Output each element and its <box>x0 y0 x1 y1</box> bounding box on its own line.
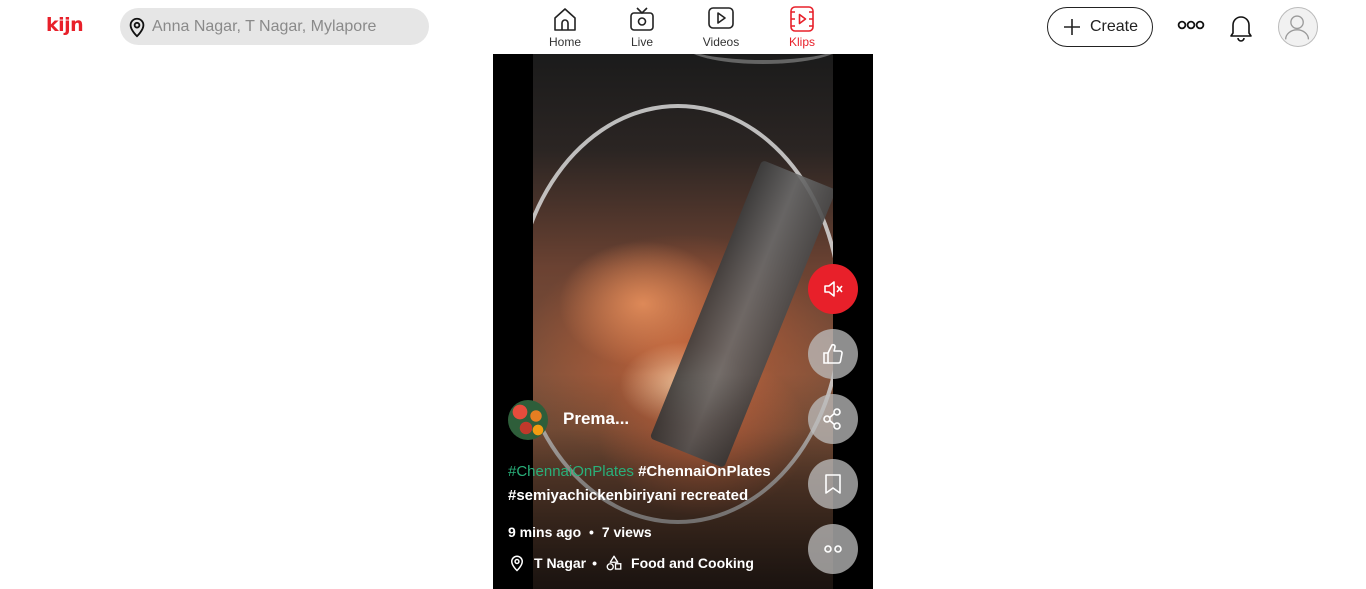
thumbs-up-icon <box>823 343 843 364</box>
author-avatar[interactable] <box>508 400 548 440</box>
nav-klips[interactable]: Klips <box>772 4 832 49</box>
top-header: kijn Home Live Videos <box>0 0 1366 54</box>
view-count: 7 views <box>601 524 652 540</box>
user-icon <box>1284 15 1310 40</box>
category-shapes-icon <box>606 555 622 571</box>
caption-text: #semiyachickenbiriyani recreated <box>508 487 749 504</box>
author-name[interactable]: Prema... <box>563 409 629 429</box>
mute-button[interactable] <box>808 264 858 314</box>
location-search[interactable] <box>120 8 429 45</box>
klip-location-category: T Nagar • Food and Cooking <box>508 554 754 572</box>
create-button-label: Create <box>1089 18 1139 35</box>
kijn-logo[interactable]: kijn <box>46 14 84 36</box>
video-frame-art <box>683 54 833 64</box>
apps-menu-icon[interactable] <box>1176 14 1206 36</box>
klip-player[interactable]: Prema... #ChennaiOnPlates #ChennaiOnPlat… <box>493 54 873 589</box>
klips-icon <box>790 6 814 32</box>
klip-meta: 9 mins ago • 7 views <box>508 524 652 540</box>
nav-live-label: Live <box>630 35 653 49</box>
bookmark-icon <box>825 474 841 494</box>
profile-avatar[interactable] <box>1278 7 1318 47</box>
nav-klips-label: Klips <box>788 35 815 49</box>
nav-videos[interactable]: Videos <box>691 4 751 49</box>
caption-hashtag-link[interactable]: #ChennaiOnPlates <box>508 463 634 480</box>
more-dots-icon <box>824 545 842 553</box>
speaker-muted-icon <box>824 281 843 297</box>
nav-live[interactable]: Live <box>612 4 672 49</box>
meta-separator: • <box>589 524 594 540</box>
nav-home[interactable]: Home <box>535 4 595 49</box>
plus-icon <box>1063 19 1080 35</box>
nav-home-label: Home <box>548 35 581 49</box>
caption-hashtag[interactable]: #ChennaiOnPlates <box>638 463 771 480</box>
home-icon <box>554 8 576 31</box>
notification-bell-icon[interactable] <box>1225 11 1257 43</box>
create-button[interactable]: Create <box>1047 7 1153 47</box>
tv-icon <box>630 7 654 31</box>
bookmark-button[interactable] <box>808 459 858 509</box>
play-icon <box>708 7 734 29</box>
share-button[interactable] <box>808 394 858 444</box>
location-pin-icon <box>129 17 145 37</box>
time-ago: 9 mins ago <box>508 524 582 540</box>
klip-caption: #ChennaiOnPlates #ChennaiOnPlates #semiy… <box>508 460 798 508</box>
location-label[interactable]: T Nagar <box>534 555 586 571</box>
share-icon <box>823 408 841 430</box>
nav-videos-label: Videos <box>702 35 740 49</box>
location-pin-icon <box>510 555 524 572</box>
like-button[interactable] <box>808 329 858 379</box>
category-label[interactable]: Food and Cooking <box>631 555 754 571</box>
more-options-button[interactable] <box>808 524 858 574</box>
meta-separator: • <box>592 555 598 571</box>
location-search-input[interactable] <box>152 17 412 36</box>
